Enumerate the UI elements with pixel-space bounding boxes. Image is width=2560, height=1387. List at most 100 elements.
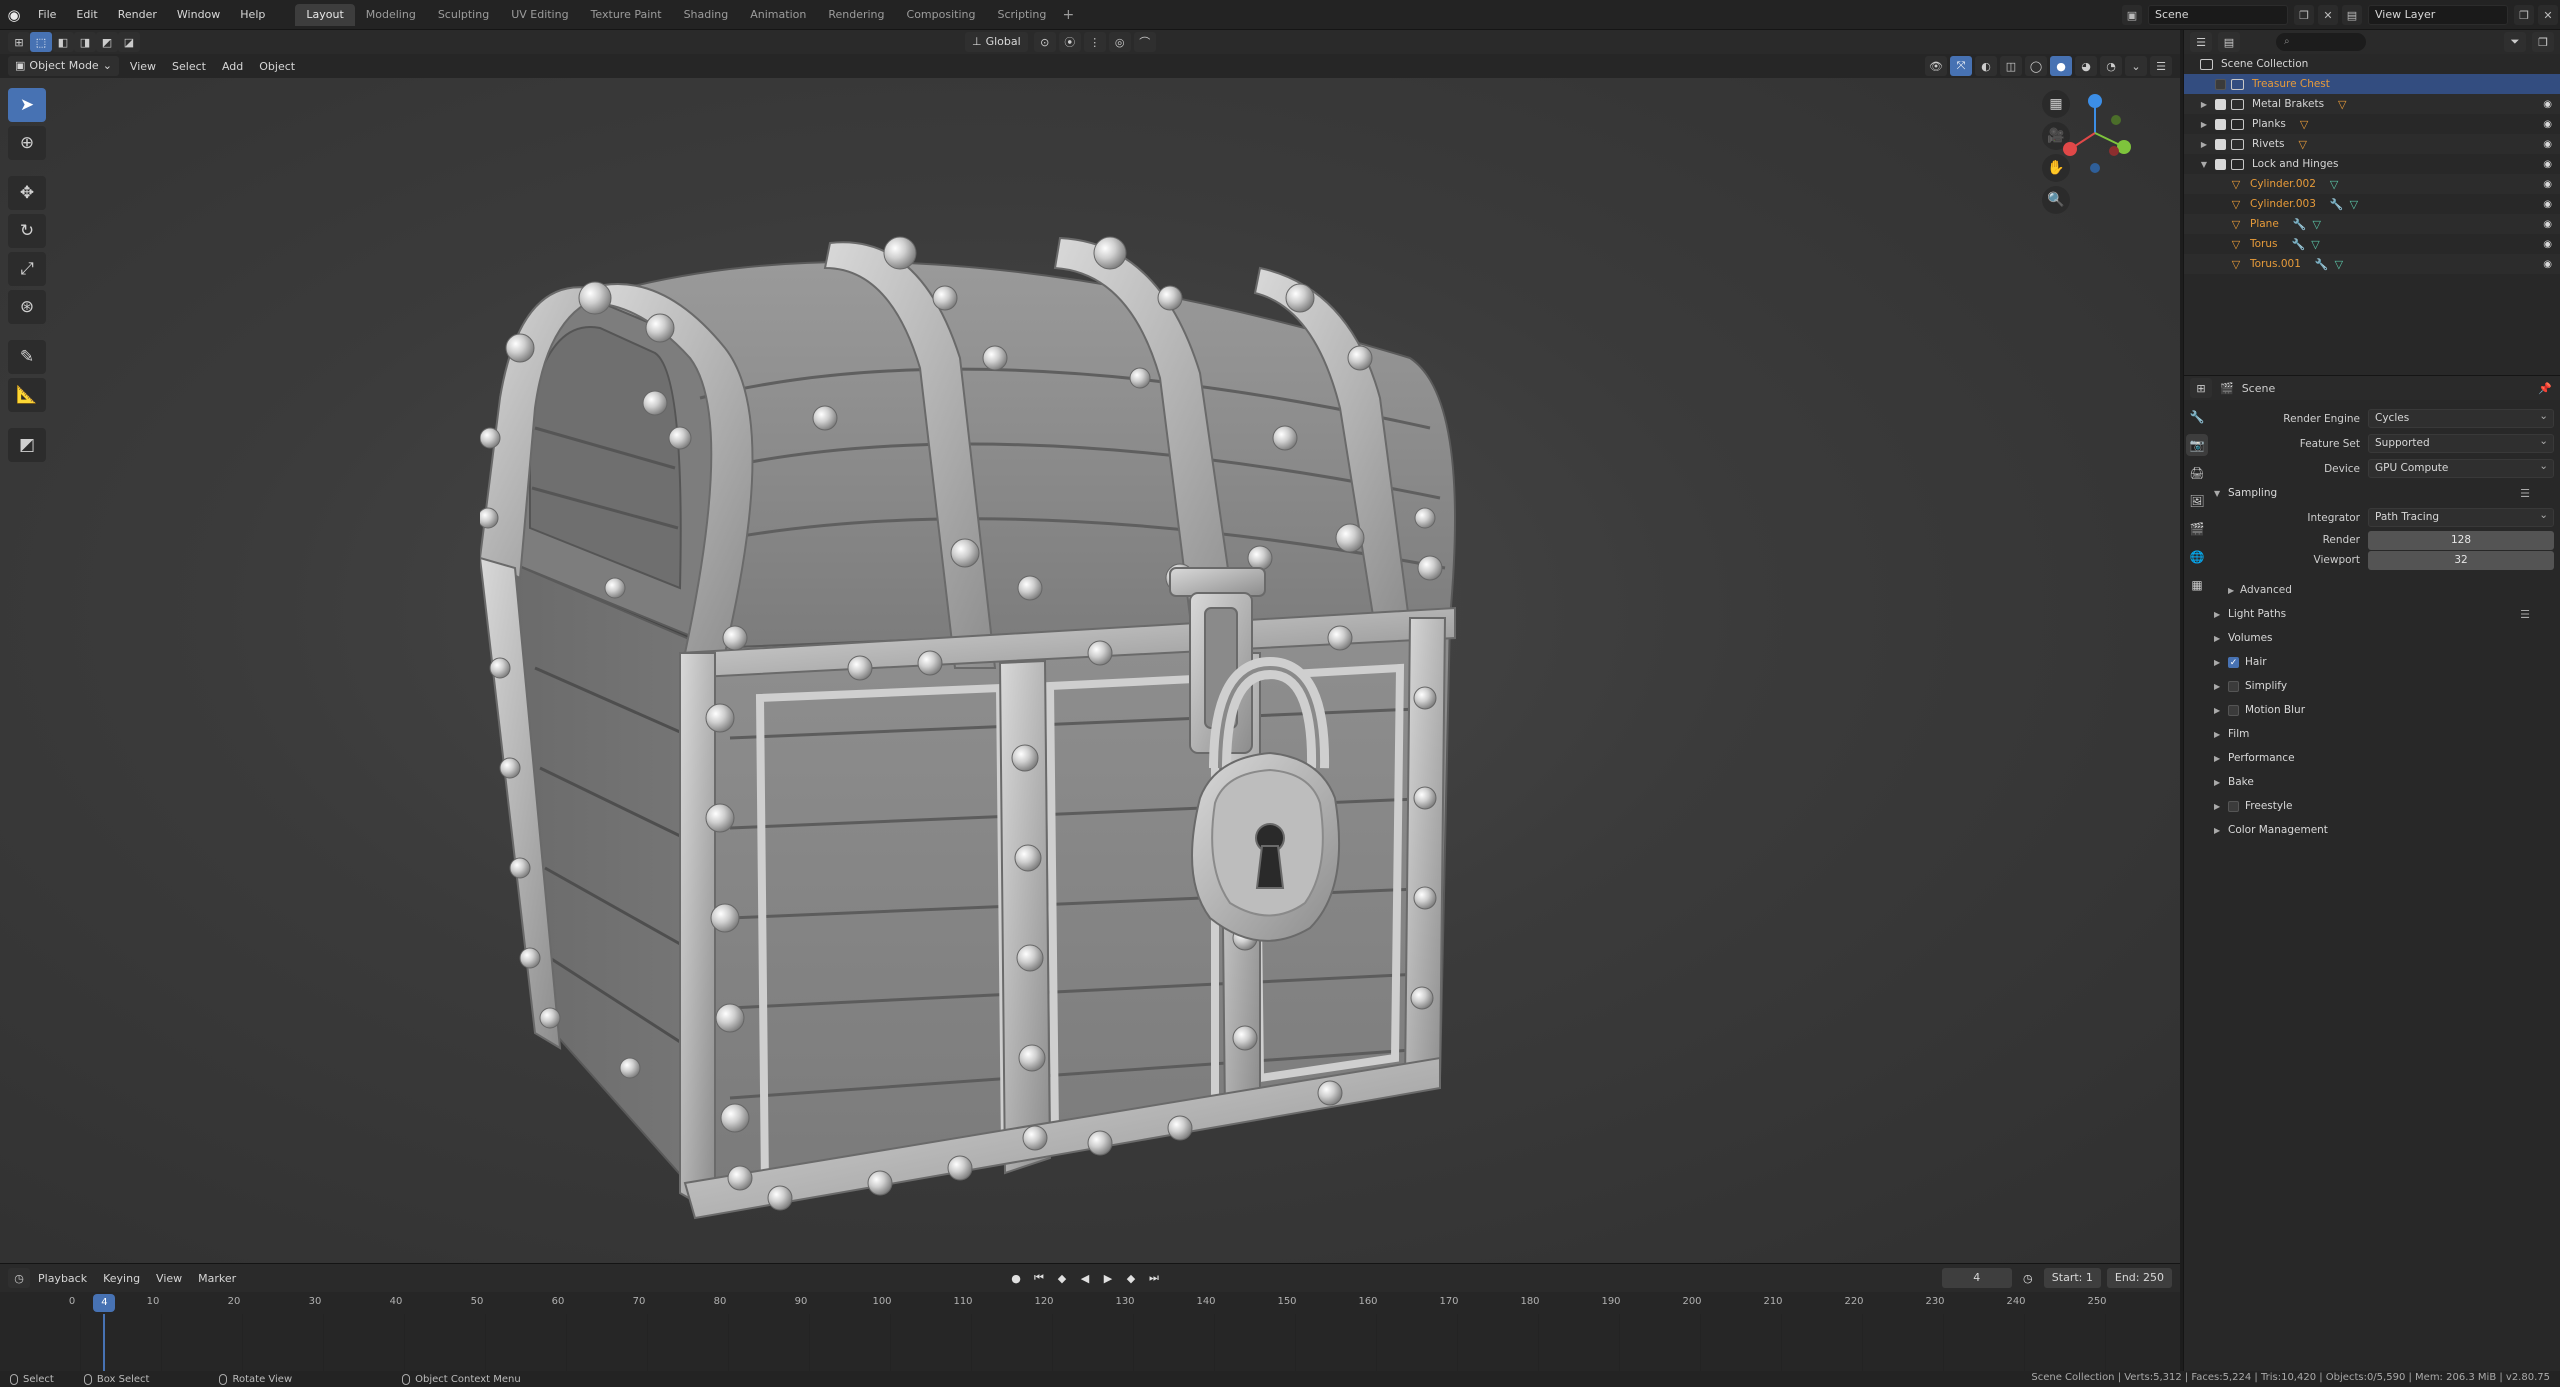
panel-volumes[interactable]: ▶ Volumes [2214, 626, 2554, 650]
panel-motion-blur[interactable]: ▶ Motion Blur [2214, 698, 2554, 722]
outliner-row-metal-brakets[interactable]: ▶ Metal Brakets ▽ ◉ [2184, 94, 2560, 114]
tab-shading[interactable]: Shading [673, 4, 740, 26]
menu-marker[interactable]: Marker [190, 1272, 244, 1285]
eye-icon[interactable]: ◉ [2543, 219, 2552, 230]
panel-simplify[interactable]: ▶ Simplify [2214, 674, 2554, 698]
editor-type-icon[interactable]: ⊞ [8, 32, 30, 52]
outliner-row-plane[interactable]: ▽ Plane 🔧 ▽ ◉ [2184, 214, 2560, 234]
measure-tool-icon[interactable]: 📐 [8, 378, 46, 412]
outliner-root[interactable]: Scene Collection [2184, 54, 2560, 74]
panel-enable-checkbox[interactable] [2228, 680, 2239, 692]
menu-edit[interactable]: Edit [66, 0, 107, 30]
subpanel-advanced[interactable]: ▶ Advanced [2214, 578, 2554, 602]
start-frame-field[interactable]: Start: 1 [2043, 1268, 2101, 1288]
jump-keyframe-forward-icon[interactable]: ◆ [1121, 1268, 1141, 1288]
expand-arrow-icon[interactable]: ▶ [2198, 140, 2210, 149]
tab-rendering[interactable]: Rendering [817, 4, 895, 26]
scene-tab-icon[interactable]: 🎬 [2186, 518, 2208, 540]
menu-timeline-view[interactable]: View [148, 1272, 190, 1285]
move-tool-icon[interactable]: ✥ [8, 176, 46, 210]
current-frame-indicator[interactable]: 4 [93, 1294, 116, 1312]
select-mode-invert-icon[interactable]: ◪ [118, 32, 140, 52]
jump-start-icon[interactable]: ⏮ [1029, 1268, 1049, 1288]
timeline-editor-type-icon[interactable]: ◷ [8, 1268, 30, 1288]
cursor-tool-icon[interactable]: ⊕ [8, 126, 46, 160]
preview-range-clock-icon[interactable]: ◷ [2018, 1268, 2038, 1288]
pivot-point-icon[interactable]: ⊙ [1033, 32, 1056, 52]
menu-select[interactable]: Select [164, 60, 214, 73]
proportional-edit-icon[interactable]: ◎ [1108, 32, 1131, 52]
gizmo-icon[interactable]: ⤧ [1950, 56, 1972, 76]
tool-tab-icon[interactable]: 🔧 [2186, 406, 2208, 428]
menu-playback[interactable]: Playback [30, 1272, 95, 1285]
shading-rendered-icon[interactable]: ◔ [2100, 56, 2122, 76]
shading-solid-icon[interactable]: ● [2050, 56, 2072, 76]
snap-icon[interactable]: ⦿ [1058, 32, 1081, 52]
menu-object[interactable]: Object [251, 60, 303, 73]
view-layer-tab-icon[interactable]: 🖼 [2186, 490, 2208, 512]
panel-freestyle[interactable]: ▶ Freestyle [2214, 794, 2554, 818]
play-reverse-icon[interactable]: ◀ [1075, 1268, 1095, 1288]
pin-icon[interactable]: 📌 [2538, 382, 2552, 395]
tab-texture-paint[interactable]: Texture Paint [580, 4, 673, 26]
new-view-layer-icon[interactable]: ❐ [2514, 5, 2534, 25]
new-scene-icon[interactable]: ❐ [2294, 5, 2314, 25]
presets-list-icon[interactable]: ☰ [2520, 487, 2530, 500]
render-samples-field[interactable]: 128 [2368, 530, 2554, 550]
menu-view[interactable]: View [122, 60, 164, 73]
outliner-row-cylinder-002[interactable]: ▽ Cylinder.002 ▽ ◉ [2184, 174, 2560, 194]
frame-ruler[interactable]: 0 10 20 30 40 50 60 70 80 90 100 110 120 130 140 150 160… [0, 1292, 2180, 1314]
device-dropdown[interactable]: GPU Compute [2368, 458, 2554, 478]
viewport-samples-field[interactable]: 32 [2368, 550, 2554, 570]
shading-options-icon[interactable]: ⌄ [2125, 56, 2147, 76]
tab-scripting[interactable]: Scripting [986, 4, 1057, 26]
add-cube-tool-icon[interactable]: ◩ [8, 428, 46, 462]
snap-target-icon[interactable]: ⋮ [1083, 32, 1106, 52]
tab-layout[interactable]: Layout [295, 3, 355, 26]
new-collection-icon[interactable]: ❐ [2532, 32, 2554, 52]
presets-list-icon[interactable]: ☰ [2520, 608, 2530, 621]
select-mode-new-icon[interactable]: ◧ [52, 32, 74, 52]
gizmo-neg-x-handle[interactable] [2109, 146, 2119, 156]
menu-window[interactable]: Window [167, 0, 230, 30]
annotate-tool-icon[interactable]: ✎ [8, 340, 46, 374]
tab-sculpting[interactable]: Sculpting [427, 4, 500, 26]
gizmo-neg-y-handle[interactable] [2111, 115, 2121, 125]
eye-icon[interactable]: ◉ [2543, 99, 2552, 110]
xray-icon[interactable]: ◫ [2000, 56, 2022, 76]
menu-render[interactable]: Render [108, 0, 167, 30]
record-icon[interactable]: ● [1006, 1268, 1026, 1288]
transform-tool-icon[interactable]: ⊛ [8, 290, 46, 324]
tab-uv-editing[interactable]: UV Editing [500, 4, 579, 26]
menu-add[interactable]: Add [214, 60, 251, 73]
eye-icon[interactable]: ◉ [2543, 259, 2552, 270]
exclude-checkbox[interactable] [2215, 78, 2226, 90]
outliner-row-torus-001[interactable]: ▽ Torus.001 🔧 ▽ ◉ [2184, 254, 2560, 274]
scene-name-field[interactable]: Scene [2148, 5, 2288, 25]
outliner-row-lock-and-hinges[interactable]: ▼ Lock and Hinges ◉ [2184, 154, 2560, 174]
shading-wireframe-icon[interactable]: ◯ [2025, 56, 2047, 76]
tab-animation[interactable]: Animation [739, 4, 817, 26]
jump-keyframe-back-icon[interactable]: ◆ [1052, 1268, 1072, 1288]
panel-enable-checkbox[interactable]: ✓ [2228, 656, 2239, 668]
tab-compositing[interactable]: Compositing [896, 4, 987, 26]
shading-material-icon[interactable]: ◕ [2075, 56, 2097, 76]
select-mode-subtract-icon[interactable]: ◩ [96, 32, 118, 52]
falloff-icon[interactable]: ⌒ [1133, 32, 1156, 52]
current-frame-field[interactable]: 4 [1941, 1268, 2012, 1288]
playhead[interactable] [103, 1314, 106, 1372]
render-tab-icon[interactable]: 📷 [2186, 434, 2208, 456]
feature-set-dropdown[interactable]: Supported [2368, 433, 2554, 453]
eye-icon[interactable]: ◉ [2543, 119, 2552, 130]
display-mode-icon[interactable]: ▤ [2218, 32, 2240, 52]
play-icon[interactable]: ▶ [1098, 1268, 1118, 1288]
3d-viewport[interactable]: ➤ ⊕ ✥ ↻ ⤢ ⊛ ✎ 📐 ◩ ▦ 🎥 ✋ 🔍 [0, 78, 2180, 1263]
zoom-view-icon[interactable]: 🔍 [2042, 186, 2070, 214]
object-mode-dropdown[interactable]: ▣ Object Mode ⌄ [8, 56, 119, 76]
navigation-gizmo[interactable] [2050, 88, 2140, 178]
scale-tool-icon[interactable]: ⤢ [8, 252, 46, 286]
eye-icon[interactable]: ◉ [2543, 179, 2552, 190]
select-box-tool-icon[interactable]: ➤ [8, 88, 46, 122]
panel-enable-checkbox[interactable] [2228, 800, 2239, 812]
gizmo-y-handle[interactable] [2117, 140, 2131, 154]
